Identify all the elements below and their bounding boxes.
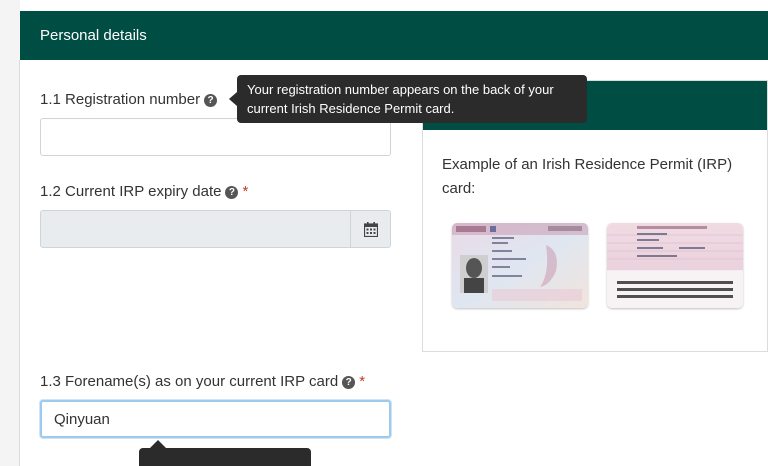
calendar-button[interactable] <box>350 211 390 247</box>
tooltip-text-line2: current Irish Residence Permit card. <box>247 101 455 116</box>
required-asterisk: * <box>359 373 366 390</box>
calendar-icon <box>364 222 378 237</box>
registration-input[interactable] <box>40 118 391 156</box>
question-circle-icon[interactable]: ? <box>342 376 356 389</box>
irp-example-text: Example of an Irish Residence Permit (IR… <box>442 156 733 197</box>
tooltip-text-line1: Your registration number appears on the … <box>247 82 554 97</box>
registration-help-tooltip: Your registration number appears on the … <box>237 75 587 123</box>
page-gutter <box>0 0 20 466</box>
irp-card-back-image <box>607 223 743 308</box>
tooltip-arrow <box>150 440 166 448</box>
panel-border <box>19 60 20 466</box>
forename-label-text: 1.3 Forename(s) as on your current IRP c… <box>40 373 339 390</box>
forename-input[interactable]: Qinyuan <box>40 400 391 438</box>
expiry-label-text: 1.2 Current IRP expiry date <box>40 183 222 200</box>
section-title: Personal details <box>40 27 147 44</box>
expiry-date-input[interactable] <box>40 210 391 248</box>
question-circle-icon[interactable]: ? <box>204 94 218 107</box>
registration-label-text: 1.1 Registration number <box>40 91 201 108</box>
section-header: Personal details <box>20 11 768 60</box>
irp-card-front-image <box>452 223 588 308</box>
question-circle-icon[interactable]: ? <box>225 186 239 199</box>
expiry-label: 1.2 Current IRP expiry date? * <box>40 183 248 200</box>
forename-help-tooltip <box>139 448 311 466</box>
tooltip-arrow <box>229 92 237 106</box>
required-asterisk: * <box>242 183 249 200</box>
forename-label: 1.3 Forename(s) as on your current IRP c… <box>40 373 365 390</box>
forename-input-value: Qinyuan <box>54 411 110 428</box>
registration-label: 1.1 Registration number? <box>40 91 218 108</box>
